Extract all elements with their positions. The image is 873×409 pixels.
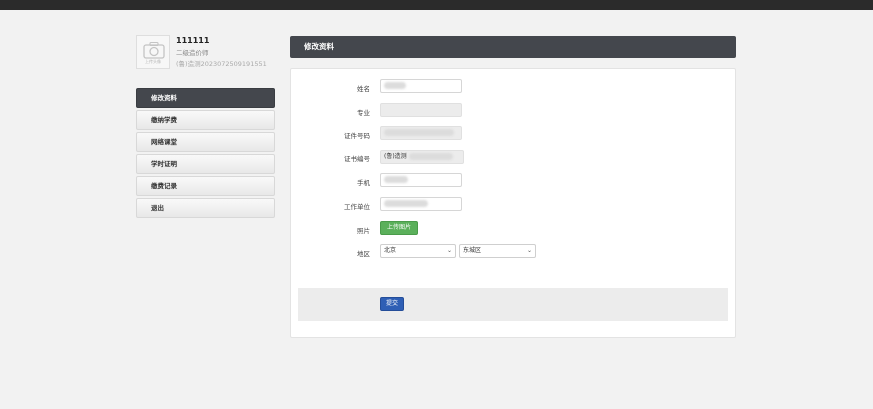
sidebar-item-hours-certificate[interactable]: 学时证明: [136, 154, 275, 174]
upload-image-button[interactable]: 上传图片: [380, 221, 418, 235]
company-label: 工作单位: [344, 203, 370, 211]
district-select[interactable]: 东城区 ⌄: [459, 244, 536, 258]
top-bar: [0, 0, 873, 10]
region-label: 地区: [357, 250, 370, 258]
user-title: 二级造价师: [176, 49, 209, 57]
sidebar-nav: 修改资料 缴纳学费 网络课堂 学时证明 缴费记录 退出: [136, 88, 275, 220]
form-footer: [298, 288, 728, 321]
redacted-value: [384, 129, 454, 136]
name-label: 姓名: [357, 85, 370, 93]
sidebar-item-logout[interactable]: 退出: [136, 198, 275, 218]
redacted-value: [408, 153, 453, 160]
camera-icon: [143, 41, 165, 59]
phone-input[interactable]: [380, 173, 462, 187]
id-number-input[interactable]: [380, 126, 462, 140]
page-title: 修改资料: [290, 36, 736, 58]
major-input[interactable]: [380, 103, 462, 117]
company-input[interactable]: [380, 197, 462, 211]
province-value: 北京: [384, 247, 397, 254]
sidebar-item-edit-profile[interactable]: 修改资料: [136, 88, 275, 108]
district-value: 东城区: [463, 247, 482, 254]
sidebar-item-online-class[interactable]: 网络课堂: [136, 132, 275, 152]
redacted-value: [384, 176, 408, 183]
avatar[interactable]: 上传头像: [136, 35, 170, 69]
name-input[interactable]: [380, 79, 462, 93]
province-select[interactable]: 北京 ⌄: [380, 244, 456, 258]
photo-label: 照片: [357, 227, 370, 235]
avatar-caption: 上传头像: [145, 59, 161, 64]
phone-label: 手机: [357, 179, 370, 187]
submit-button[interactable]: 提交: [380, 297, 404, 311]
user-name: 111111: [176, 36, 210, 45]
sidebar-item-pay-tuition[interactable]: 缴纳学费: [136, 110, 275, 130]
chevron-down-icon: ⌄: [446, 247, 452, 254]
id-label: 证件号码: [344, 132, 370, 140]
chevron-down-icon: ⌄: [526, 247, 532, 254]
user-code: (鲁)造测2023072509191551: [176, 60, 267, 68]
cert-number-input[interactable]: (鲁)造测: [380, 150, 464, 164]
redacted-value: [384, 200, 428, 207]
cert-label: 证书编号: [344, 155, 370, 163]
redacted-value: [384, 82, 406, 89]
cert-prefix: (鲁)造测: [384, 153, 407, 160]
sidebar-item-payment-records[interactable]: 缴费记录: [136, 176, 275, 196]
major-label: 专业: [357, 109, 370, 117]
